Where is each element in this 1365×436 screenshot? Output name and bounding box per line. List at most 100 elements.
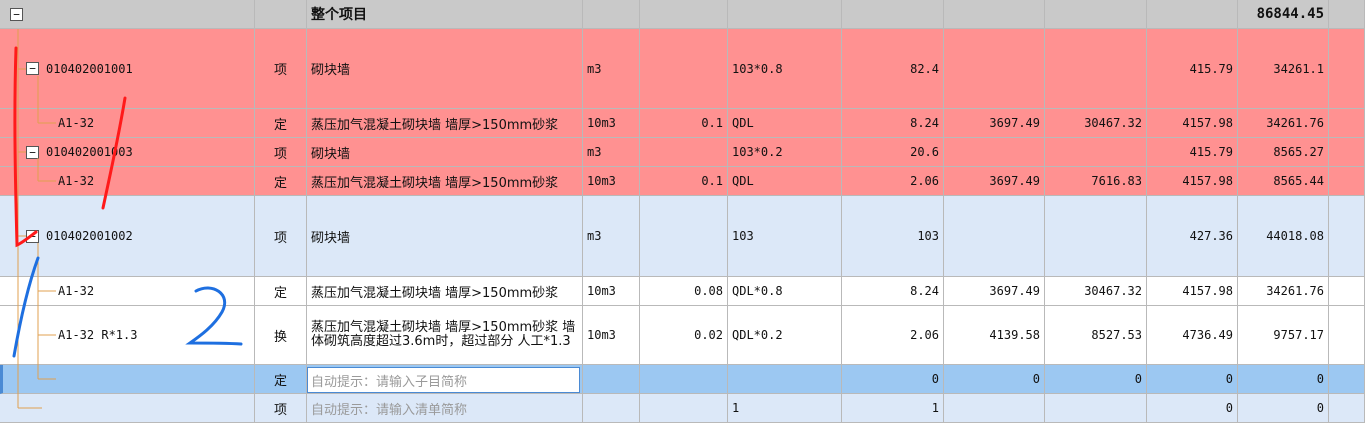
price-cell[interactable]: [944, 196, 1045, 277]
code-cell[interactable]: [0, 394, 255, 423]
unit-price-cell[interactable]: 427.36: [1147, 196, 1238, 277]
table-row[interactable]: A1-32 定 蒸压加气混凝土砌块墙 墙厚>150mm砂浆 10m3 0.08 …: [0, 277, 1365, 306]
content-cell[interactable]: [640, 196, 728, 277]
amount-cell[interactable]: 30467.32: [1045, 277, 1147, 306]
qty-cell[interactable]: 2.06: [842, 167, 944, 196]
price-cell[interactable]: [944, 138, 1045, 167]
amount-cell[interactable]: 30467.32: [1045, 109, 1147, 138]
type-cell[interactable]: 项: [255, 196, 307, 277]
qty-expr-cell[interactable]: [728, 365, 842, 394]
qty-cell[interactable]: 8.24: [842, 277, 944, 306]
type-cell[interactable]: 定: [255, 277, 307, 306]
content-cell[interactable]: 0.08: [640, 277, 728, 306]
table-row[interactable]: − 010402001002 项 砌块墙 m3 103 103 427.36 4…: [0, 196, 1365, 277]
qty-expr-cell[interactable]: 103: [728, 196, 842, 277]
type-cell[interactable]: 换: [255, 306, 307, 365]
table-row[interactable]: A1-32 R*1.3 换 蒸压加气混凝土砌块墙 墙厚>150mm砂浆 墙体砌筑…: [0, 306, 1365, 365]
qty-expr-cell[interactable]: 1: [728, 394, 842, 423]
type-cell[interactable]: 定: [255, 109, 307, 138]
amount-cell[interactable]: [1045, 138, 1147, 167]
total-cell[interactable]: 34261.1: [1238, 29, 1329, 109]
unit-cell[interactable]: [583, 365, 640, 394]
unit-price-cell[interactable]: 415.79: [1147, 29, 1238, 109]
qty-expr-cell[interactable]: QDL*0.2: [728, 306, 842, 365]
content-cell[interactable]: 0.02: [640, 306, 728, 365]
total-cell[interactable]: 44018.08: [1238, 196, 1329, 277]
amount-cell[interactable]: [1045, 29, 1147, 109]
code-cell[interactable]: [0, 365, 255, 394]
project-header-row[interactable]: − 整个项目 86844.45: [0, 0, 1365, 29]
qty-expr-cell[interactable]: 103*0.2: [728, 138, 842, 167]
unit-price-cell[interactable]: 4157.98: [1147, 277, 1238, 306]
type-cell[interactable]: 项: [255, 29, 307, 109]
content-cell[interactable]: 0.1: [640, 167, 728, 196]
unit-price-cell[interactable]: 4157.98: [1147, 109, 1238, 138]
collapse-toggle-icon[interactable]: −: [26, 229, 39, 243]
name-cell[interactable]: 砌块墙: [307, 196, 583, 277]
name-cell[interactable]: 蒸压加气混凝土砌块墙 墙厚>150mm砂浆 墙体砌筑高度超过3.6m时，超过部分…: [307, 306, 583, 365]
price-cell[interactable]: 0: [944, 365, 1045, 394]
subitem-name-input[interactable]: 自动提示：请输入子目简称: [307, 367, 580, 393]
amount-cell[interactable]: 8527.53: [1045, 306, 1147, 365]
amount-cell[interactable]: 0: [1045, 365, 1147, 394]
qty-expr-cell[interactable]: QDL*0.8: [728, 277, 842, 306]
amount-cell[interactable]: 7616.83: [1045, 167, 1147, 196]
table-row[interactable]: − 010402001003 项 砌块墙 m3 103*0.2 20.6 415…: [0, 138, 1365, 167]
unit-price-cell[interactable]: 4157.98: [1147, 167, 1238, 196]
unit-price-cell[interactable]: 4736.49: [1147, 306, 1238, 365]
total-cell[interactable]: 34261.76: [1238, 109, 1329, 138]
table-row[interactable]: − 010402001001 项 砌块墙 m3 103*0.8 82.4 415…: [0, 29, 1365, 109]
name-cell[interactable]: 砌块墙: [307, 138, 583, 167]
collapse-toggle-icon[interactable]: −: [26, 62, 39, 75]
content-cell[interactable]: [640, 394, 728, 423]
unit-price-cell[interactable]: 0: [1147, 365, 1238, 394]
price-cell[interactable]: 3697.49: [944, 277, 1045, 306]
price-cell[interactable]: [944, 394, 1045, 423]
content-cell[interactable]: 0.1: [640, 109, 728, 138]
type-cell[interactable]: 项: [255, 394, 307, 423]
name-cell[interactable]: 蒸压加气混凝土砌块墙 墙厚>150mm砂浆: [307, 277, 583, 306]
type-cell[interactable]: 项: [255, 138, 307, 167]
price-cell[interactable]: 3697.49: [944, 167, 1045, 196]
unit-cell[interactable]: 10m3: [583, 167, 640, 196]
price-cell[interactable]: [944, 29, 1045, 109]
qty-expr-cell[interactable]: 103*0.8: [728, 29, 842, 109]
unit-cell[interactable]: m3: [583, 138, 640, 167]
qty-cell[interactable]: 20.6: [842, 138, 944, 167]
qty-cell[interactable]: 103: [842, 196, 944, 277]
qty-cell[interactable]: 1: [842, 394, 944, 423]
content-cell[interactable]: [640, 138, 728, 167]
amount-cell[interactable]: [1045, 394, 1147, 423]
unit-cell[interactable]: m3: [583, 29, 640, 109]
content-cell[interactable]: [640, 365, 728, 394]
table-row[interactable]: A1-32 定 蒸压加气混凝土砌块墙 墙厚>150mm砂浆 10m3 0.1 Q…: [0, 167, 1365, 196]
price-cell[interactable]: 4139.58: [944, 306, 1045, 365]
unit-cell[interactable]: 10m3: [583, 277, 640, 306]
table-row[interactable]: 项 自动提示：请输入清单简称 1 1 0 0: [0, 394, 1365, 423]
price-cell[interactable]: 3697.49: [944, 109, 1045, 138]
unit-cell[interactable]: [583, 394, 640, 423]
name-cell[interactable]: 砌块墙: [307, 29, 583, 109]
unit-price-cell[interactable]: 415.79: [1147, 138, 1238, 167]
qty-expr-cell[interactable]: QDL: [728, 109, 842, 138]
type-cell[interactable]: 定: [255, 167, 307, 196]
total-cell[interactable]: 0: [1238, 365, 1329, 394]
unit-cell[interactable]: m3: [583, 196, 640, 277]
unit-cell[interactable]: 10m3: [583, 306, 640, 365]
total-cell[interactable]: 0: [1238, 394, 1329, 423]
total-cell[interactable]: 9757.17: [1238, 306, 1329, 365]
list-name-placeholder[interactable]: 自动提示：请输入清单简称: [307, 394, 583, 423]
table-row[interactable]: A1-32 定 蒸压加气混凝土砌块墙 墙厚>150mm砂浆 10m3 0.1 Q…: [0, 109, 1365, 138]
total-cell[interactable]: 8565.44: [1238, 167, 1329, 196]
type-cell[interactable]: 定: [255, 365, 307, 394]
qty-cell[interactable]: 8.24: [842, 109, 944, 138]
content-cell[interactable]: [640, 29, 728, 109]
collapse-toggle-icon[interactable]: −: [26, 145, 39, 159]
qty-expr-cell[interactable]: QDL: [728, 167, 842, 196]
unit-price-cell[interactable]: 0: [1147, 394, 1238, 423]
name-cell[interactable]: 蒸压加气混凝土砌块墙 墙厚>150mm砂浆: [307, 109, 583, 138]
unit-cell[interactable]: 10m3: [583, 109, 640, 138]
qty-cell[interactable]: 2.06: [842, 306, 944, 365]
name-cell[interactable]: 蒸压加气混凝土砌块墙 墙厚>150mm砂浆: [307, 167, 583, 196]
total-cell[interactable]: 34261.76: [1238, 277, 1329, 306]
